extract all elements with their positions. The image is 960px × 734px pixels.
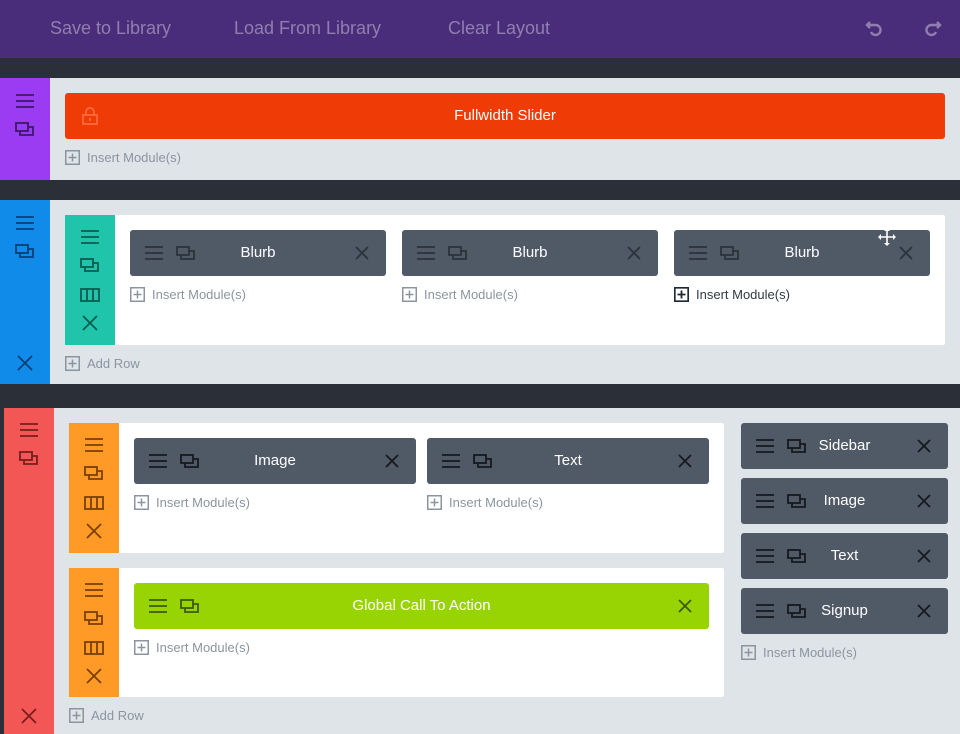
blurb-module[interactable]: Blurb [674, 227, 930, 276]
close-icon[interactable] [675, 596, 695, 616]
row-handle[interactable] [69, 423, 119, 553]
row: Global Call To Action Insert Module(s) [69, 568, 724, 697]
duplicate-icon[interactable] [15, 241, 35, 261]
plus-box-icon [65, 356, 80, 371]
duplicate-icon[interactable] [15, 119, 35, 139]
plus-box-icon [427, 495, 442, 510]
close-icon[interactable] [675, 451, 695, 471]
text-module[interactable]: Text [741, 533, 948, 579]
close-icon[interactable] [15, 353, 35, 373]
insert-module-label: Insert Module(s) [449, 495, 543, 510]
insert-module-button[interactable]: Insert Module(s) [130, 287, 246, 302]
hamburger-icon[interactable] [80, 227, 100, 247]
close-icon[interactable] [19, 706, 39, 726]
close-icon[interactable] [84, 666, 104, 686]
blurb-module[interactable]: Blurb [402, 230, 658, 276]
section-fullwidth: Fullwidth Slider Insert Module(s) [0, 78, 960, 180]
undo-icon[interactable] [864, 17, 886, 39]
section-handle[interactable] [4, 408, 54, 734]
image-module[interactable]: Image [741, 478, 948, 524]
insert-module-label: Insert Module(s) [763, 645, 857, 660]
module-label: Blurb [240, 244, 276, 261]
module-label: Blurb [512, 244, 548, 261]
hamburger-icon[interactable] [15, 91, 35, 111]
duplicate-icon[interactable] [84, 463, 104, 483]
load-from-library-button[interactable]: Load From Library [234, 18, 381, 39]
redo-icon[interactable] [921, 17, 943, 39]
row: Blurb Insert Module(s) Blurb Insert Modu… [65, 215, 945, 345]
add-row-label: Add Row [91, 708, 144, 723]
hamburger-icon[interactable] [19, 420, 39, 440]
insert-module-button[interactable]: Insert Module(s) [402, 287, 518, 302]
duplicate-icon[interactable] [84, 608, 104, 628]
insert-module-label: Insert Module(s) [696, 287, 790, 302]
clear-layout-button[interactable]: Clear Layout [448, 18, 550, 39]
builder-toolbar: Save to Library Load From Library Clear … [0, 0, 960, 58]
plus-box-icon [402, 287, 417, 302]
columns-icon[interactable] [80, 285, 100, 305]
close-icon[interactable] [914, 491, 934, 511]
image-module[interactable]: Image [134, 438, 416, 484]
add-row-button[interactable]: Add Row [69, 708, 144, 723]
insert-module-label: Insert Module(s) [87, 150, 181, 165]
module-label: Fullwidth Slider [454, 107, 556, 124]
save-to-library-button[interactable]: Save to Library [50, 18, 171, 39]
insert-module-label: Insert Module(s) [156, 640, 250, 655]
close-icon[interactable] [382, 451, 402, 471]
section-handle[interactable] [0, 78, 50, 180]
close-icon[interactable] [914, 601, 934, 621]
columns-icon[interactable] [84, 493, 104, 513]
row-handle[interactable] [65, 215, 115, 345]
row: Image Insert Module(s) Text Insert Modul… [69, 423, 724, 553]
insert-module-button[interactable]: Insert Module(s) [134, 495, 250, 510]
row-handle[interactable] [69, 568, 119, 697]
plus-box-icon [65, 150, 80, 165]
close-icon[interactable] [84, 521, 104, 541]
hamburger-icon[interactable] [84, 580, 104, 600]
duplicate-icon[interactable] [80, 255, 100, 275]
insert-module-label: Insert Module(s) [152, 287, 246, 302]
plus-box-icon [741, 645, 756, 660]
plus-box-icon [134, 640, 149, 655]
insert-module-label: Insert Module(s) [156, 495, 250, 510]
plus-box-icon [130, 287, 145, 302]
text-module[interactable]: Text [427, 438, 709, 484]
close-icon[interactable] [352, 243, 372, 263]
columns-icon[interactable] [84, 638, 104, 658]
section-specialty: Image Insert Module(s) Text Insert Modul… [4, 408, 960, 734]
hamburger-icon[interactable] [84, 435, 104, 455]
module-label: Image [254, 452, 296, 469]
plus-box-icon [674, 287, 689, 302]
signup-module[interactable]: Signup [741, 588, 948, 634]
module-label: Global Call To Action [352, 597, 491, 614]
move-cursor-icon [877, 227, 897, 247]
close-icon[interactable] [80, 313, 100, 333]
add-row-label: Add Row [87, 356, 140, 371]
section-handle[interactable] [0, 200, 50, 384]
sidebar-module[interactable]: Sidebar [741, 423, 948, 469]
close-icon[interactable] [914, 436, 934, 456]
global-call-to-action-module[interactable]: Global Call To Action [134, 583, 709, 629]
insert-module-button[interactable]: Insert Module(s) [134, 640, 250, 655]
plus-box-icon [134, 495, 149, 510]
plus-box-icon [69, 708, 84, 723]
add-row-button[interactable]: Add Row [65, 356, 140, 371]
close-icon[interactable] [896, 243, 916, 263]
section-blurbs: Blurb Insert Module(s) Blurb Insert Modu… [0, 200, 960, 384]
duplicate-icon[interactable] [19, 448, 39, 468]
blurb-module[interactable]: Blurb [130, 230, 386, 276]
module-label: Text [554, 452, 582, 469]
close-icon[interactable] [624, 243, 644, 263]
hamburger-icon[interactable] [15, 213, 35, 233]
insert-module-button[interactable]: Insert Module(s) [65, 150, 181, 165]
close-icon[interactable] [914, 546, 934, 566]
insert-module-button[interactable]: Insert Module(s) [741, 645, 857, 660]
insert-module-button[interactable]: Insert Module(s) [427, 495, 543, 510]
insert-module-button[interactable]: Insert Module(s) [674, 287, 790, 302]
insert-module-label: Insert Module(s) [424, 287, 518, 302]
fullwidth-slider-module[interactable]: Fullwidth Slider [65, 93, 945, 139]
